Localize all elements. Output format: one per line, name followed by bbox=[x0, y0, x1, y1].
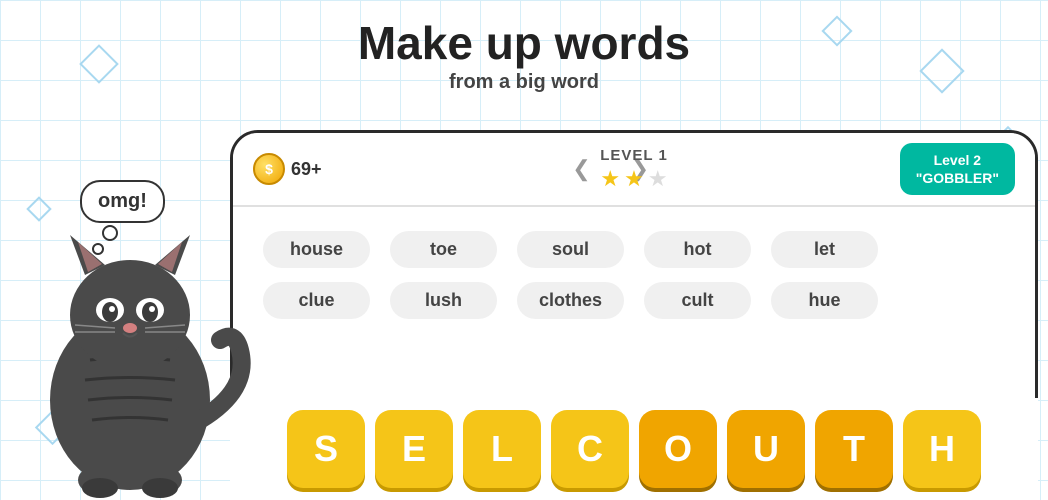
word-item[interactable]: cult bbox=[644, 282, 751, 319]
word-item[interactable]: lush bbox=[390, 282, 497, 319]
star-1: ★ bbox=[600, 166, 620, 192]
word-item-empty bbox=[898, 282, 1005, 319]
panel-topbar: $ 69+ ❮ LEVEL 1 ★ ★ ★ ❯ Level 2 "GOBBLER… bbox=[233, 133, 1035, 207]
letter-tile-h[interactable]: H bbox=[903, 410, 981, 488]
tiles-area: S E L C O U T H bbox=[230, 398, 1038, 500]
word-item[interactable]: hot bbox=[644, 231, 751, 268]
words-grid: house toe soul hot let clue lush clothes… bbox=[233, 207, 1035, 329]
star-3: ★ bbox=[648, 166, 668, 192]
word-item[interactable]: let bbox=[771, 231, 878, 268]
letter-tile-o[interactable]: O bbox=[639, 410, 717, 488]
stars-display: ★ ★ ★ bbox=[600, 166, 668, 192]
page-subtitle: from a big word bbox=[0, 71, 1048, 94]
coins-value: 69+ bbox=[291, 159, 322, 180]
prev-level-button[interactable]: ❮ bbox=[562, 152, 600, 186]
level-label: LEVEL 1 bbox=[600, 147, 668, 164]
cat-character: omg! bbox=[0, 120, 280, 500]
word-item[interactable]: toe bbox=[390, 231, 497, 268]
star-2: ★ bbox=[624, 166, 644, 192]
word-item-empty bbox=[898, 231, 1005, 268]
header: Make up words from a big word bbox=[0, 0, 1048, 94]
next-level-badge[interactable]: Level 2 "GOBBLER" bbox=[900, 143, 1015, 195]
letter-tile-u[interactable]: U bbox=[727, 410, 805, 488]
letter-tile-t[interactable]: T bbox=[815, 410, 893, 488]
word-item[interactable]: hue bbox=[771, 282, 878, 319]
next-level-label: Level 2 bbox=[934, 152, 981, 168]
letter-tile-l[interactable]: L bbox=[463, 410, 541, 488]
next-level-word: "GOBBLER" bbox=[916, 170, 999, 186]
letter-tile-s[interactable]: S bbox=[287, 410, 365, 488]
letter-tile-c[interactable]: C bbox=[551, 410, 629, 488]
level-display: LEVEL 1 ★ ★ ★ bbox=[600, 147, 668, 192]
letter-tile-e[interactable]: E bbox=[375, 410, 453, 488]
page-title: Make up words bbox=[0, 18, 1048, 69]
speech-bubble: omg! bbox=[80, 180, 165, 223]
word-item[interactable]: clothes bbox=[517, 282, 624, 319]
word-item[interactable]: soul bbox=[517, 231, 624, 268]
